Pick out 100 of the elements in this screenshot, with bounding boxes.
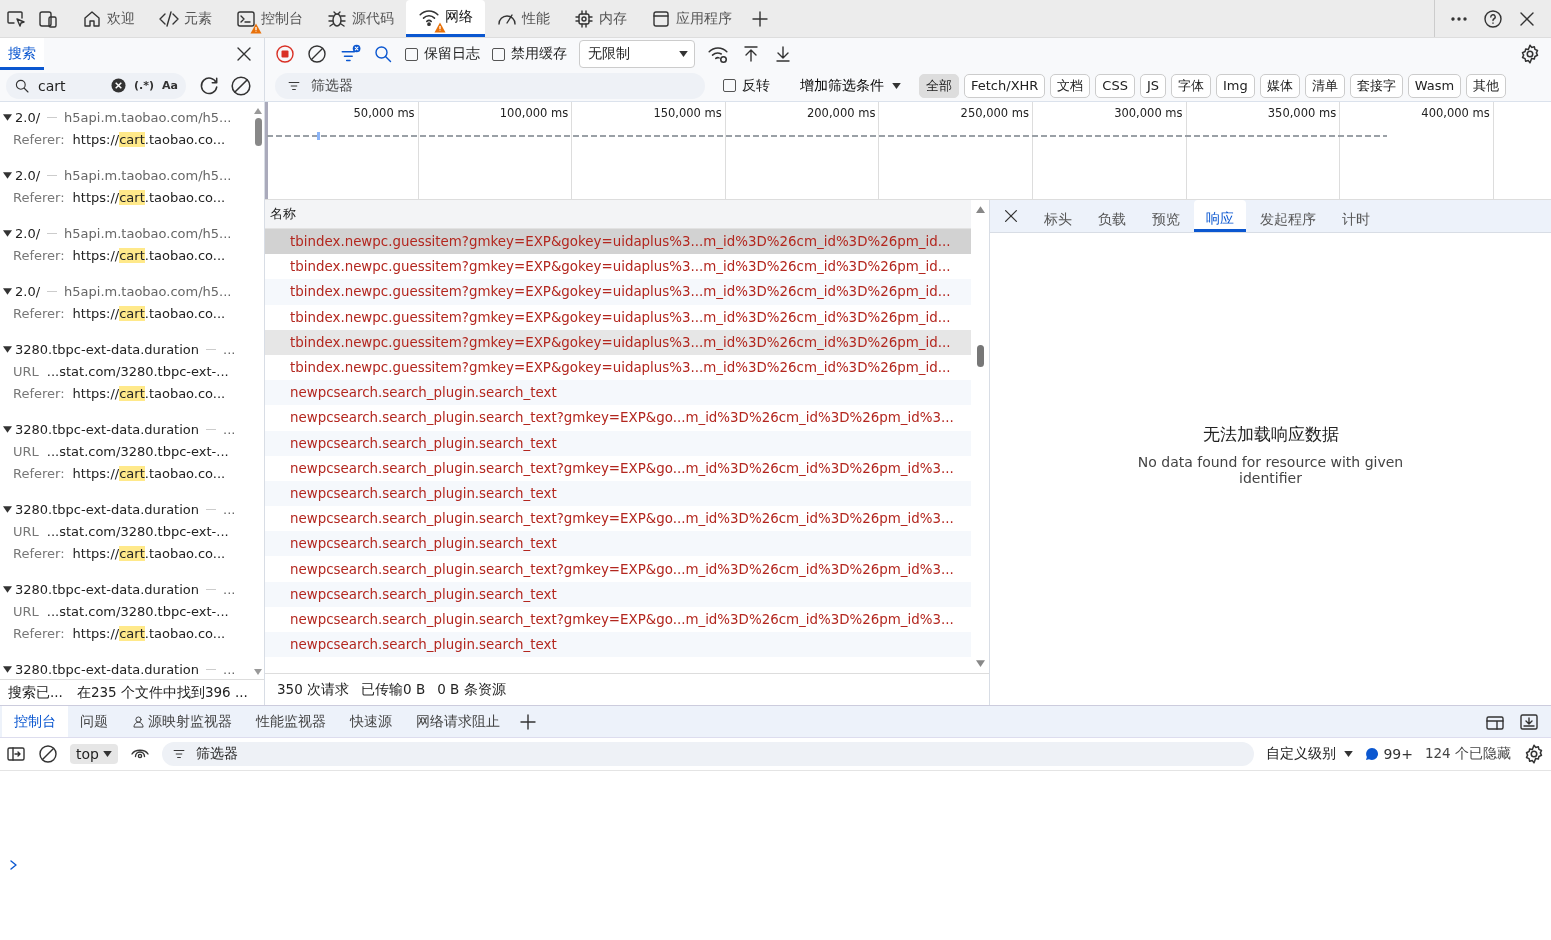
type-filter-chip[interactable]: Img <box>1216 73 1255 98</box>
timeline-tick-label: 250,000 ms <box>960 106 1029 120</box>
result-file-title[interactable]: 3280.tbpc-ext-data.duration <box>15 500 200 519</box>
panel-tab[interactable]: 源代码 <box>315 0 406 37</box>
match-label: Referer: <box>13 465 65 483</box>
panel-tab[interactable]: 内存 <box>562 0 639 37</box>
panel-tab[interactable]: 应用程序 <box>639 0 744 37</box>
result-file-source: h5api.m.taobao.com/h5... <box>64 225 232 243</box>
context-dropdown[interactable]: top <box>70 744 118 764</box>
match-line[interactable]: https://cart.taobao.co... <box>72 384 226 403</box>
detail-tab[interactable]: 发起程序 <box>1248 200 1328 232</box>
drawer-tab[interactable]: 快速源 <box>338 706 404 737</box>
match-label: URL <box>13 603 39 621</box>
match-line[interactable]: https://cart.taobao.co... <box>72 464 226 483</box>
request-row[interactable]: newpcsearch.search_plugin.search_text?gmkey=EXP&go...m_id%3D%26cm_id%3D%26pm_id%3... <box>265 606 971 632</box>
type-filter-chip[interactable]: JS <box>1139 73 1167 98</box>
column-header[interactable]: 名称 <box>265 200 971 229</box>
result-file-title[interactable]: 2.0/ <box>15 224 41 243</box>
type-filter-chip[interactable]: Fetch/XHR <box>964 73 1046 98</box>
match-line[interactable]: ...stat.com/3280.tbpc-ext-... <box>46 522 229 541</box>
request-row[interactable]: newpcsearch.search_plugin.search_text <box>265 430 971 456</box>
result-file-title[interactable]: 3280.tbpc-ext-data.duration <box>15 420 200 439</box>
request-row[interactable]: newpcsearch.search_plugin.search_text <box>265 380 971 406</box>
drawer-tab[interactable]: 问题 <box>68 706 120 737</box>
type-filter-chip[interactable]: 文档 <box>1050 73 1091 98</box>
result-file-source: ... <box>223 501 236 519</box>
result-file-title[interactable]: 2.0/ <box>15 282 41 301</box>
type-filter-chip[interactable]: 清单 <box>1304 73 1345 98</box>
request-row[interactable]: newpcsearch.search_plugin.search_text?gmkey=EXP&go...m_id%3D%26cm_id%3D%26pm_id%3... <box>265 405 971 431</box>
type-filter-chip[interactable]: CSS <box>1095 73 1135 98</box>
message-count[interactable]: 99+ <box>1383 746 1413 762</box>
request-row[interactable]: tbindex.newpc.guessitem?gmkey=EXP&gokey=uidaplus%3...m_id%3D%26cm_id%3D%26pm_id... <box>265 254 971 280</box>
timeline-tick-label: 300,000 ms <box>1114 106 1183 120</box>
drawer-tab[interactable]: 性能监视器 <box>244 706 338 737</box>
result-file-title[interactable]: 3280.tbpc-ext-data.duration <box>15 340 200 359</box>
panel-tab[interactable]: 性能 <box>485 0 562 37</box>
request-row[interactable]: tbindex.newpc.guessitem?gmkey=EXP&gokey=uidaplus%3...m_id%3D%26cm_id%3D%26pm_id... <box>265 329 971 355</box>
timeline-tick-label: 200,000 ms <box>806 106 876 120</box>
console-filter-field[interactable]: 筛选器 <box>161 742 1255 766</box>
request-row[interactable]: newpcsearch.search_plugin.search_text <box>265 581 971 607</box>
request-row[interactable]: newpcsearch.search_plugin.search_text <box>265 531 971 557</box>
type-filter-chip[interactable]: 全部 <box>919 73 959 98</box>
match-label: Referer: <box>13 131 65 149</box>
match-line[interactable]: https://cart.taobao.co... <box>72 188 226 207</box>
detail-tab[interactable]: 预览 <box>1140 200 1192 232</box>
match-line[interactable]: https://cart.taobao.co... <box>72 130 226 149</box>
panel-tab[interactable]: 元素 <box>147 0 224 37</box>
match-line[interactable]: https://cart.taobao.co... <box>72 246 226 265</box>
match-case-toggle[interactable]: Aa <box>162 79 178 92</box>
type-filter-chip[interactable]: 媒体 <box>1259 73 1300 98</box>
search-status: 搜索已... <box>8 683 63 702</box>
result-file-title[interactable]: 2.0/ <box>15 108 41 127</box>
timeline-tick-label: 50,000 ms <box>353 106 415 120</box>
drawer-tab[interactable]: 网络请求阻止 <box>404 706 512 737</box>
panel-tab[interactable]: 网络 <box>406 0 485 37</box>
panel-tab[interactable]: 欢迎 <box>70 0 147 37</box>
match-line[interactable]: ...stat.com/3280.tbpc-ext-... <box>46 442 229 461</box>
timeline-tick-label: 350,000 ms <box>1267 106 1337 120</box>
type-filter-chip[interactable]: 套接字 <box>1349 73 1403 98</box>
add-filter-dropdown[interactable]: 增加筛选条件 <box>794 75 907 96</box>
search-field[interactable]: cart (.*) Aa <box>6 72 186 99</box>
hidden-count: 124 个已隐藏 <box>1424 745 1511 763</box>
match-label: Referer: <box>13 305 65 323</box>
request-row[interactable]: tbindex.newpc.guessitem?gmkey=EXP&gokey=uidaplus%3...m_id%3D%26cm_id%3D%26pm_id... <box>265 304 971 330</box>
detail-tab[interactable]: 负载 <box>1086 200 1138 232</box>
log-level-dropdown[interactable]: 自定义级别 <box>1266 745 1354 763</box>
request-row[interactable]: tbindex.newpc.guessitem?gmkey=EXP&gokey=uidaplus%3...m_id%3D%26cm_id%3D%26pm_id... <box>265 279 971 305</box>
match-line[interactable]: https://cart.taobao.co... <box>72 304 226 323</box>
detail-tab[interactable]: 标头 <box>1032 200 1084 232</box>
result-file-source: ... <box>223 341 236 359</box>
regex-toggle[interactable]: (.*) <box>134 79 155 92</box>
drawer-tab[interactable]: 源映射监视器 <box>120 706 244 737</box>
request-row[interactable]: newpcsearch.search_plugin.search_text?gmkey=EXP&go...m_id%3D%26cm_id%3D%26pm_id%3... <box>265 455 971 481</box>
match-label: Referer: <box>13 385 65 403</box>
panel-tab[interactable]: 控制台 <box>224 0 315 37</box>
timeline-tick-label: 150,000 ms <box>653 106 722 120</box>
result-file-source: h5api.m.taobao.com/h5... <box>64 109 232 127</box>
match-line[interactable]: ...stat.com/3280.tbpc-ext-... <box>46 602 229 621</box>
request-row[interactable]: tbindex.newpc.guessitem?gmkey=EXP&gokey=uidaplus%3...m_id%3D%26cm_id%3D%26pm_id... <box>265 354 971 381</box>
result-file-source: ... <box>223 661 236 679</box>
result-file-title[interactable]: 2.0/ <box>15 166 41 185</box>
request-row[interactable]: newpcsearch.search_plugin.search_text?gmkey=EXP&go...m_id%3D%26cm_id%3D%26pm_id%3... <box>265 556 971 582</box>
drawer-tab[interactable]: 控制台 <box>2 706 68 737</box>
request-row[interactable]: newpcsearch.search_plugin.search_text?gmkey=EXP&go...m_id%3D%26cm_id%3D%26pm_id%3... <box>265 506 971 532</box>
match-line[interactable]: https://cart.taobao.co... <box>72 624 226 643</box>
request-row[interactable]: tbindex.newpc.guessitem?gmkey=EXP&gokey=uidaplus%3...m_id%3D%26cm_id%3D%26pm_id... <box>265 229 971 255</box>
type-filter-chip[interactable]: 字体 <box>1171 73 1212 98</box>
result-file-title[interactable]: 3280.tbpc-ext-data.duration <box>15 660 200 679</box>
match-line[interactable]: ...stat.com/3280.tbpc-ext-... <box>46 362 229 381</box>
throttling-dropdown[interactable]: 无限制 <box>579 40 695 68</box>
request-row[interactable]: newpcsearch.search_plugin.search_text <box>265 632 971 658</box>
result-file-title[interactable]: 3280.tbpc-ext-data.duration <box>15 580 200 599</box>
request-row[interactable]: newpcsearch.search_plugin.search_text <box>265 480 971 507</box>
type-filter-chip[interactable]: 其他 <box>1466 73 1507 98</box>
type-filter-chip[interactable]: Wasm <box>1407 73 1462 98</box>
search-tab[interactable]: 搜索 <box>0 38 44 70</box>
match-line[interactable]: https://cart.taobao.co... <box>72 544 226 563</box>
detail-tab[interactable]: 响应 <box>1194 200 1246 232</box>
detail-tab[interactable]: 计时 <box>1330 200 1382 232</box>
filter-field[interactable]: 筛选器 <box>275 72 705 99</box>
